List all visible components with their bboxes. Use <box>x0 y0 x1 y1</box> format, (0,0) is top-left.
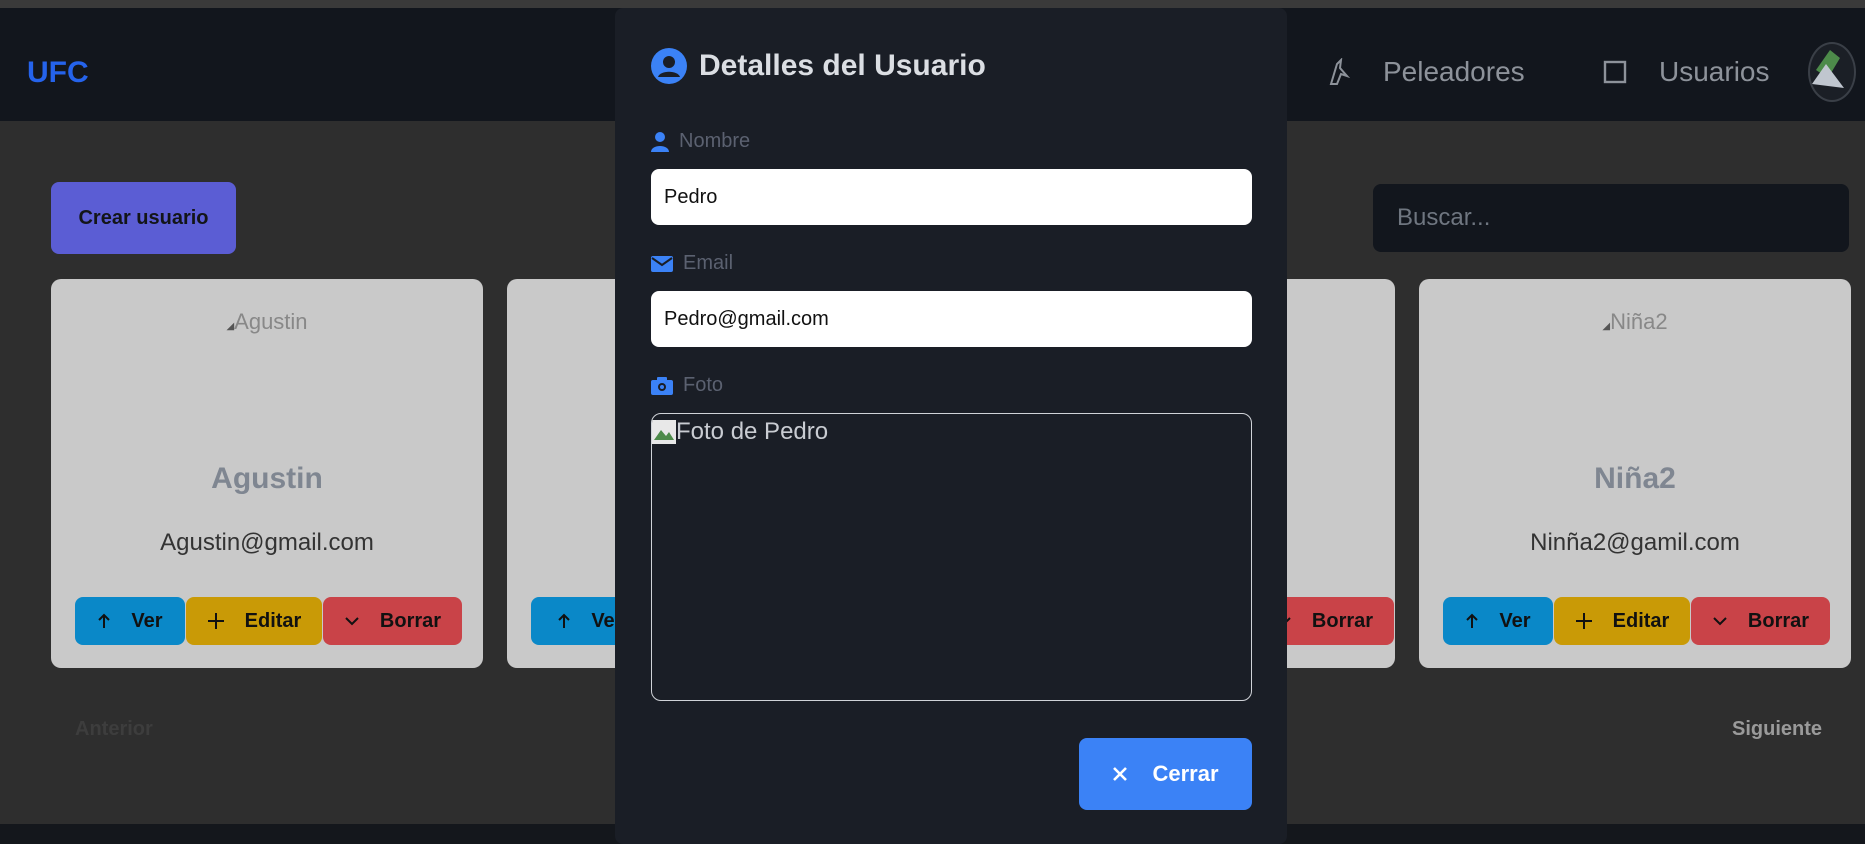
delete-button[interactable]: Borrar <box>323 597 462 645</box>
user-email: Agustin@gmail.com <box>160 529 374 556</box>
brand-logo[interactable]: UFC <box>27 56 89 90</box>
user-card: ◢Agustin Agustin Agustin@gmail.com Ver E… <box>51 279 483 668</box>
user-name: Niña2 <box>1594 462 1676 495</box>
edit-button[interactable]: Editar <box>186 597 322 645</box>
arrow-up-icon <box>1466 613 1479 628</box>
broken-image-icon: ◢ <box>226 321 235 332</box>
camera-icon <box>651 376 673 395</box>
view-button[interactable]: Ver <box>1443 597 1553 645</box>
user-avatar[interactable] <box>1808 42 1856 102</box>
broken-image-icon <box>652 420 676 444</box>
name-field[interactable] <box>651 169 1252 225</box>
create-user-button[interactable]: Crear usuario <box>51 182 236 254</box>
user-name: Agustin <box>211 462 323 495</box>
user-details-modal: Detalles del Usuario Nombre Email Foto F… <box>615 8 1287 844</box>
nav-item-usuarios[interactable]: Usuarios <box>1603 56 1769 88</box>
photo-label: Foto <box>651 374 723 397</box>
email-field[interactable] <box>651 291 1252 347</box>
square-icon <box>1603 60 1627 84</box>
user-circle-icon <box>651 48 687 84</box>
plus-icon <box>1575 613 1592 629</box>
delete-button[interactable]: Borrar <box>1691 597 1830 645</box>
email-label: Email <box>651 252 733 275</box>
pagination-prev[interactable]: Anterior <box>75 718 153 741</box>
nav-item-label: Peleadores <box>1383 56 1525 87</box>
chevron-down-icon <box>345 617 359 626</box>
user-icon <box>651 131 669 152</box>
search-input[interactable] <box>1373 184 1849 252</box>
close-button[interactable]: Cerrar <box>1079 738 1252 810</box>
broken-image-icon: ◢ <box>1602 321 1611 332</box>
view-button[interactable]: Ver <box>75 597 185 645</box>
arrow-up-icon <box>98 613 111 628</box>
nav-item-peleadores[interactable]: Peleadores <box>1327 56 1525 88</box>
name-label: Nombre <box>651 130 750 153</box>
chevron-down-icon <box>1713 617 1727 626</box>
user-photo: Foto de Pedro <box>652 418 828 446</box>
fighter-icon <box>1329 58 1351 85</box>
user-photo: ◢Agustin <box>226 309 308 334</box>
user-email: Ninña2@gamil.com <box>1530 529 1740 556</box>
user-card: ◢Niña2 Niña2 Ninña2@gamil.com Ver Editar… <box>1419 279 1851 668</box>
modal-title: Detalles del Usuario <box>651 48 986 84</box>
arrow-up-icon <box>558 613 571 628</box>
user-photo-frame: Foto de Pedro <box>651 413 1252 701</box>
edit-button[interactable]: Editar <box>1554 597 1690 645</box>
nav-item-label: Usuarios <box>1659 56 1770 87</box>
close-icon <box>1113 767 1128 781</box>
envelope-icon <box>651 255 673 272</box>
pagination-next[interactable]: Siguiente <box>1732 718 1822 741</box>
plus-icon <box>207 613 224 629</box>
user-photo: ◢Niña2 <box>1602 309 1668 334</box>
